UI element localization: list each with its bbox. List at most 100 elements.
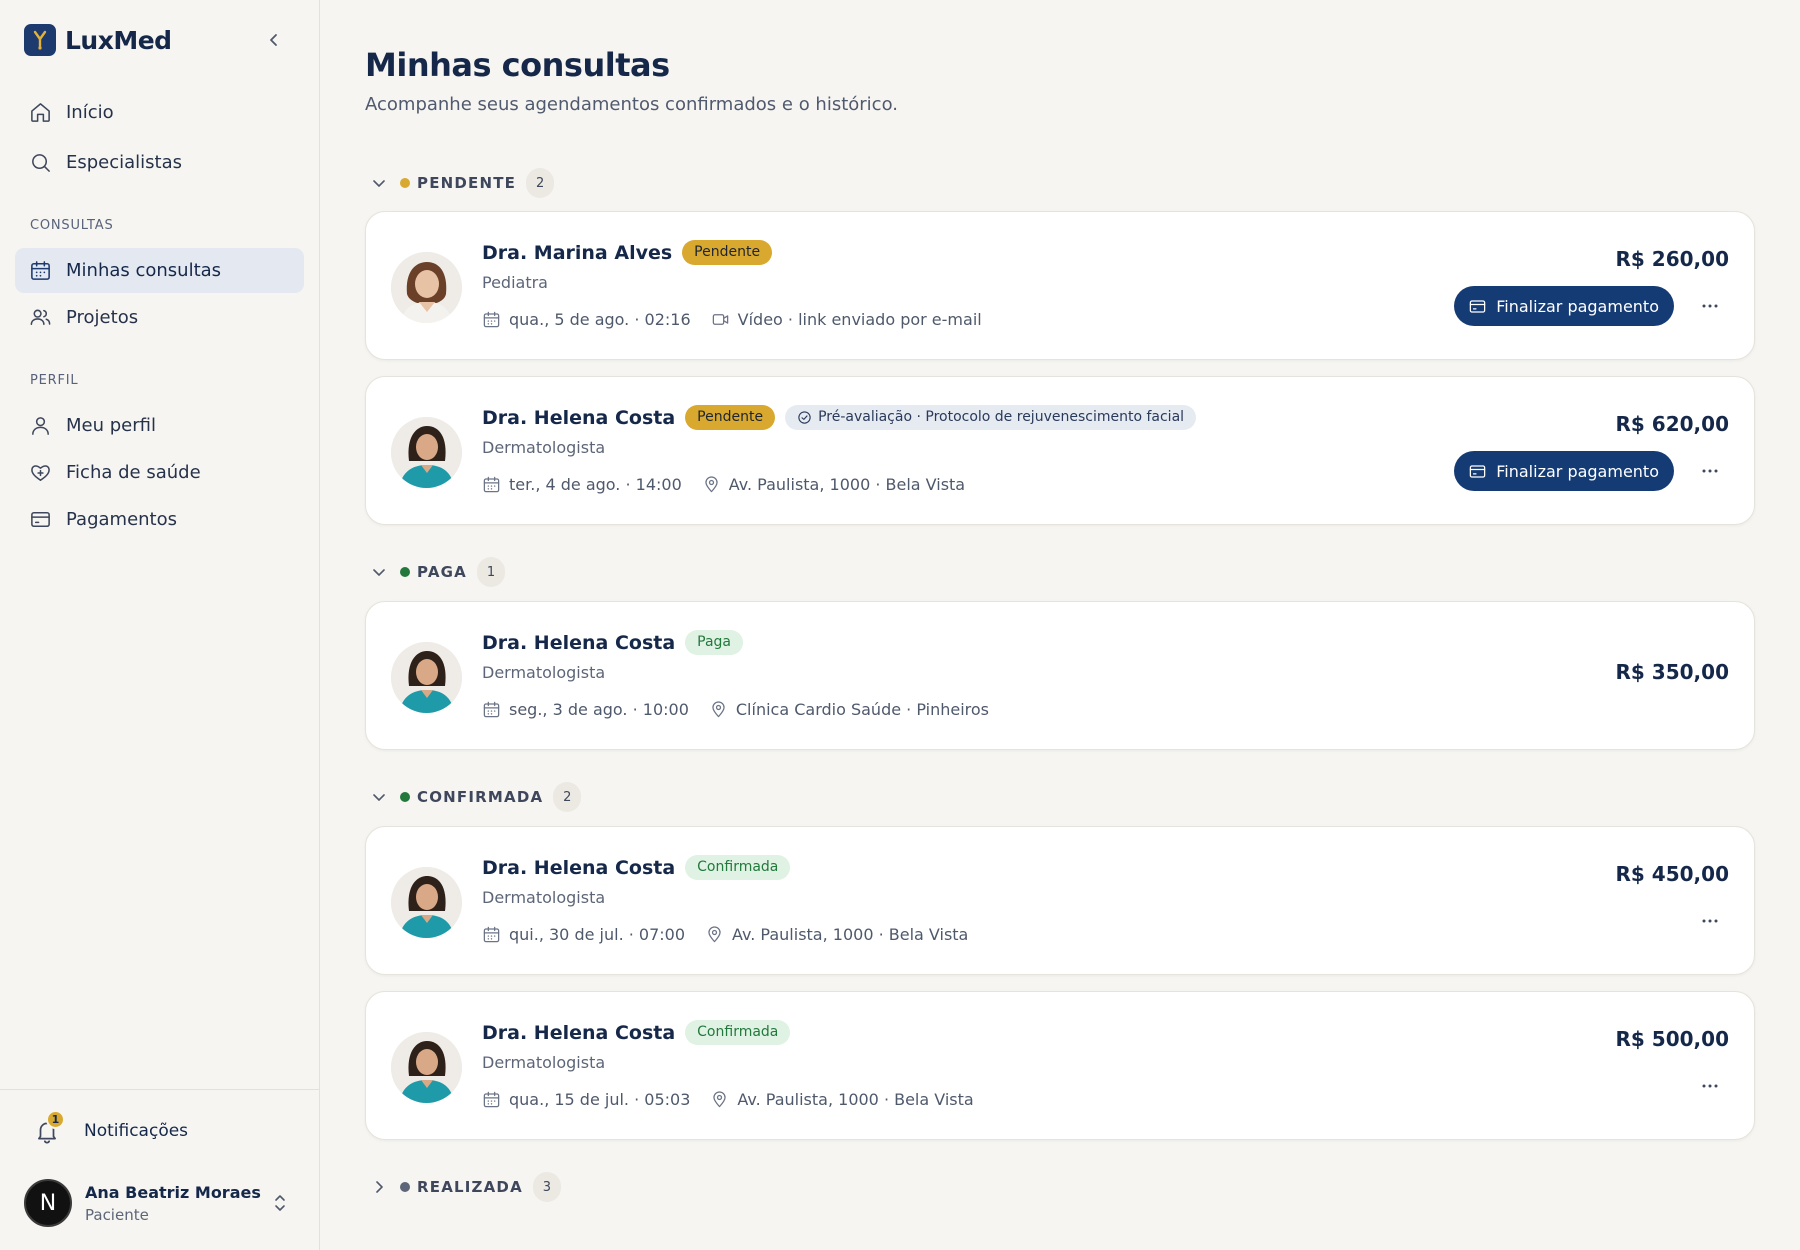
pre-evaluation-label: Pré-avaliação · Protocolo de rejuvenesci… (818, 409, 1185, 425)
more-options-button[interactable] (1698, 911, 1722, 931)
nav-item-ficha-de-saude[interactable]: Ficha de saúde (15, 450, 304, 495)
nav-item-minhas-consultas[interactable]: Minhas consultas (15, 248, 304, 293)
nav-item-pagamentos[interactable]: Pagamentos (15, 497, 304, 542)
calendar-icon (483, 311, 500, 328)
doctor-name: Dra. Marina Alves (482, 241, 673, 264)
notifications-label: Notificações (84, 1121, 189, 1141)
doctor-name: Dra. Helena Costa (482, 631, 676, 654)
avatar (391, 417, 462, 488)
appointment-location: Av. Paulista, 1000 · Bela Vista (728, 475, 966, 494)
specialty: Dermatologista (482, 438, 606, 457)
doctor-name: Dra. Helena Costa (482, 406, 676, 429)
more-horizontal-icon (1702, 1084, 1718, 1088)
sidebar-footer: 1 Notificações N Ana Beatriz Moraes Paci… (0, 1089, 320, 1250)
group-header-confirmada[interactable]: CONFIRMADA 2 (370, 781, 582, 813)
avatar (391, 252, 462, 323)
appointment-card[interactable]: Dra. Marina Alves Pendente Pediatra qua.… (365, 211, 1755, 360)
nav-item-label: Pagamentos (66, 509, 177, 530)
page-subtitle: Acompanhe seus agendamentos confirmados … (365, 94, 898, 115)
map-pin-icon (708, 926, 721, 943)
sidebar: LuxMed Início Especialistas CONSULTAS Mi… (0, 0, 320, 1250)
calendar-icon (483, 926, 500, 943)
price: R$ 620,00 (1615, 412, 1729, 436)
brand-name: LuxMed (65, 25, 172, 55)
credit-card-icon (31, 512, 50, 527)
map-pin-icon (705, 476, 718, 493)
section-label-perfil: PERFIL (30, 373, 79, 388)
more-horizontal-icon (1702, 304, 1718, 308)
status-dot (400, 792, 410, 802)
brand[interactable]: LuxMed (24, 24, 172, 56)
video-icon (712, 314, 728, 325)
user-icon (32, 417, 49, 435)
page-title: Minhas consultas (365, 46, 670, 84)
button-label: Finalizar pagamento (1496, 296, 1659, 316)
badge-check-icon (798, 411, 811, 424)
status-badge: Pendente (685, 405, 776, 430)
specialty: Dermatologista (482, 1053, 606, 1072)
appointment-date: qua., 15 de jul. · 05:03 (509, 1090, 691, 1109)
group-count: 2 (553, 782, 582, 812)
appointment-card[interactable]: Dra. Helena Costa Paga Dermatologista se… (365, 601, 1755, 750)
nav-item-label: Início (66, 102, 114, 123)
nav-item-projetos[interactable]: Projetos (15, 295, 304, 340)
avatar: N (24, 1179, 72, 1227)
calendar-icon (31, 261, 50, 280)
chevron-down-icon (373, 569, 385, 576)
user-role: Paciente (85, 1205, 149, 1224)
finalize-payment-button[interactable]: Finalizar pagamento (1454, 286, 1674, 326)
appointment-card[interactable]: Dra. Helena Costa Confirmada Dermatologi… (365, 991, 1755, 1140)
status-badge: Pendente (682, 240, 773, 265)
appointment-card[interactable]: Dra. Helena Costa Confirmada Dermatologi… (365, 826, 1755, 975)
user-menu[interactable]: N Ana Beatriz Moraes Paciente (24, 1179, 261, 1227)
calendar-icon (483, 476, 500, 493)
nav-item-especialistas[interactable]: Especialistas (15, 140, 304, 185)
button-label: Finalizar pagamento (1496, 461, 1659, 481)
heart-plus-icon (31, 465, 50, 481)
status-badge: Confirmada (685, 855, 791, 880)
group-label: PENDENTE (417, 174, 517, 192)
more-horizontal-icon (1702, 919, 1718, 923)
more-options-button[interactable] (1698, 461, 1722, 481)
section-label-consultas: CONSULTAS (30, 218, 114, 233)
specialty: Pediatra (482, 273, 548, 292)
notifications-button[interactable]: 1 Notificações (34, 1110, 189, 1144)
finalize-payment-button[interactable]: Finalizar pagamento (1454, 451, 1674, 491)
nav-item-label: Minhas consultas (66, 260, 222, 281)
group-header-pendente[interactable]: PENDENTE 2 (370, 167, 555, 199)
more-options-button[interactable] (1698, 1076, 1722, 1096)
appointment-card[interactable]: Dra. Helena Costa Pendente Pré-avaliação… (365, 376, 1755, 525)
status-dot (400, 567, 410, 577)
user-name: Ana Beatriz Moraes (85, 1182, 261, 1202)
appointment-date: qua., 5 de ago. · 02:16 (509, 310, 691, 329)
appointment-location: Av. Paulista, 1000 · Bela Vista (732, 925, 969, 944)
group-header-realizada[interactable]: REALIZADA 3 (370, 1171, 561, 1203)
bell-icon: 1 (34, 1110, 65, 1144)
credit-card-icon (1469, 299, 1486, 313)
calendar-icon (483, 701, 500, 718)
nav-item-label: Meu perfil (66, 415, 156, 436)
nav-item-label: Especialistas (66, 152, 183, 173)
chevrons-up-down-icon[interactable] (272, 1193, 288, 1217)
group-header-paga[interactable]: PAGA 1 (370, 556, 505, 588)
chevron-down-icon (373, 180, 385, 187)
collapse-sidebar-button[interactable] (262, 28, 286, 52)
appointment-date: qui., 30 de jul. · 07:00 (509, 925, 686, 944)
home-icon (31, 103, 50, 122)
more-options-button[interactable] (1698, 296, 1722, 316)
logo-icon (24, 24, 56, 56)
pre-evaluation-badge: Pré-avaliação · Protocolo de rejuvenesci… (785, 405, 1197, 430)
group-label: CONFIRMADA (417, 788, 544, 806)
group-label: REALIZADA (417, 1178, 523, 1196)
notification-count-badge: 1 (46, 1110, 65, 1129)
group-count: 2 (526, 168, 555, 198)
price: R$ 500,00 (1615, 1027, 1729, 1051)
specialty: Dermatologista (482, 888, 606, 907)
status-dot (400, 178, 410, 188)
nav-item-inicio[interactable]: Início (15, 90, 304, 135)
nav-item-meu-perfil[interactable]: Meu perfil (15, 403, 304, 448)
price: R$ 350,00 (1615, 660, 1729, 684)
nav-item-label: Ficha de saúde (66, 462, 201, 483)
appointment-date: seg., 3 de ago. · 10:00 (509, 700, 689, 719)
users-icon (30, 309, 51, 325)
